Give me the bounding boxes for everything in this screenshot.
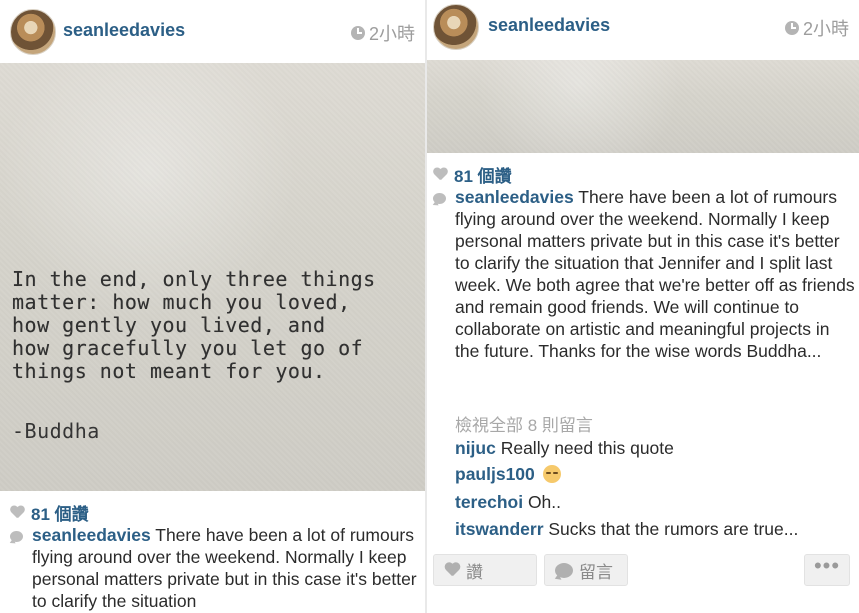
post-header: seanleedavies 2小時 [427, 0, 859, 60]
quote-attribution: -Buddha [12, 419, 100, 443]
left-post: seanleedavies 2小時 In the end, only three… [0, 0, 425, 613]
avatar[interactable] [433, 4, 479, 50]
caption-username[interactable]: seanleedavies [455, 187, 574, 207]
post-photo[interactable] [427, 60, 859, 153]
comment-item: itswanderr Sucks that the rumors are tru… [455, 518, 798, 540]
post-time: 2小時 [784, 15, 849, 41]
pensive-face-emoji-icon [542, 465, 561, 483]
post-username[interactable]: seanleedavies [63, 20, 185, 41]
quote-text: In the end, only three things matter: ho… [12, 267, 376, 383]
likes-count: 81 個讚 [31, 505, 89, 524]
comment-text: Oh.. [523, 492, 562, 512]
comment-username[interactable]: itswanderr [455, 519, 544, 539]
comment-username[interactable]: nijuc [455, 438, 496, 458]
like-button[interactable]: 讚 [433, 554, 537, 586]
comment-username[interactable]: terechoi [455, 492, 523, 512]
comment-item: pauljs100 [455, 463, 561, 485]
comment-icon [10, 531, 23, 542]
more-dots-icon: ••• [813, 553, 841, 578]
likes-row[interactable]: 81 個讚 [10, 500, 89, 525]
comment-item: nijuc Really need this quote [455, 437, 674, 459]
post-time: 2小時 [350, 20, 415, 46]
likes-row[interactable]: 81 個讚 [433, 162, 512, 187]
post-caption: seanleedavies There have been a lot of r… [32, 524, 420, 612]
caption-username[interactable]: seanleedavies [32, 525, 151, 545]
clock-icon [350, 26, 365, 40]
heart-icon [433, 168, 448, 181]
clock-icon [784, 21, 799, 35]
heart-icon [10, 506, 25, 519]
comment-text: Sucks that the rumors are true... [543, 519, 799, 539]
post-photo[interactable]: In the end, only three things matter: ho… [0, 63, 425, 491]
right-post: seanleedavies 2小時 81 個讚 seanleedavies Th… [427, 0, 859, 613]
post-caption: seanleedavies There have been a lot of r… [455, 186, 855, 362]
comment-text: Really need this quote [495, 438, 674, 458]
comment-button[interactable]: 留言 [544, 554, 628, 586]
comment-button-label: 留言 [579, 562, 613, 582]
avatar[interactable] [10, 9, 56, 55]
post-username[interactable]: seanleedavies [488, 15, 610, 36]
view-all-comments-link[interactable]: 檢視全部 8 則留言 [455, 411, 593, 436]
like-button-label: 讚 [466, 562, 483, 582]
post-time-text: 2小時 [802, 19, 849, 39]
more-options-button[interactable]: ••• [804, 554, 850, 586]
post-time-text: 2小時 [368, 24, 415, 44]
caption-text: There have been a lot of rumours flying … [455, 187, 855, 361]
speech-bubble-icon [555, 562, 573, 578]
comment-icon [433, 193, 446, 204]
post-header: seanleedavies 2小時 [0, 0, 425, 62]
comment-item: terechoi Oh.. [455, 491, 561, 513]
heart-icon [444, 563, 460, 577]
comment-username[interactable]: pauljs100 [455, 464, 535, 484]
likes-count: 81 個讚 [454, 167, 512, 186]
comment-text [535, 464, 540, 484]
